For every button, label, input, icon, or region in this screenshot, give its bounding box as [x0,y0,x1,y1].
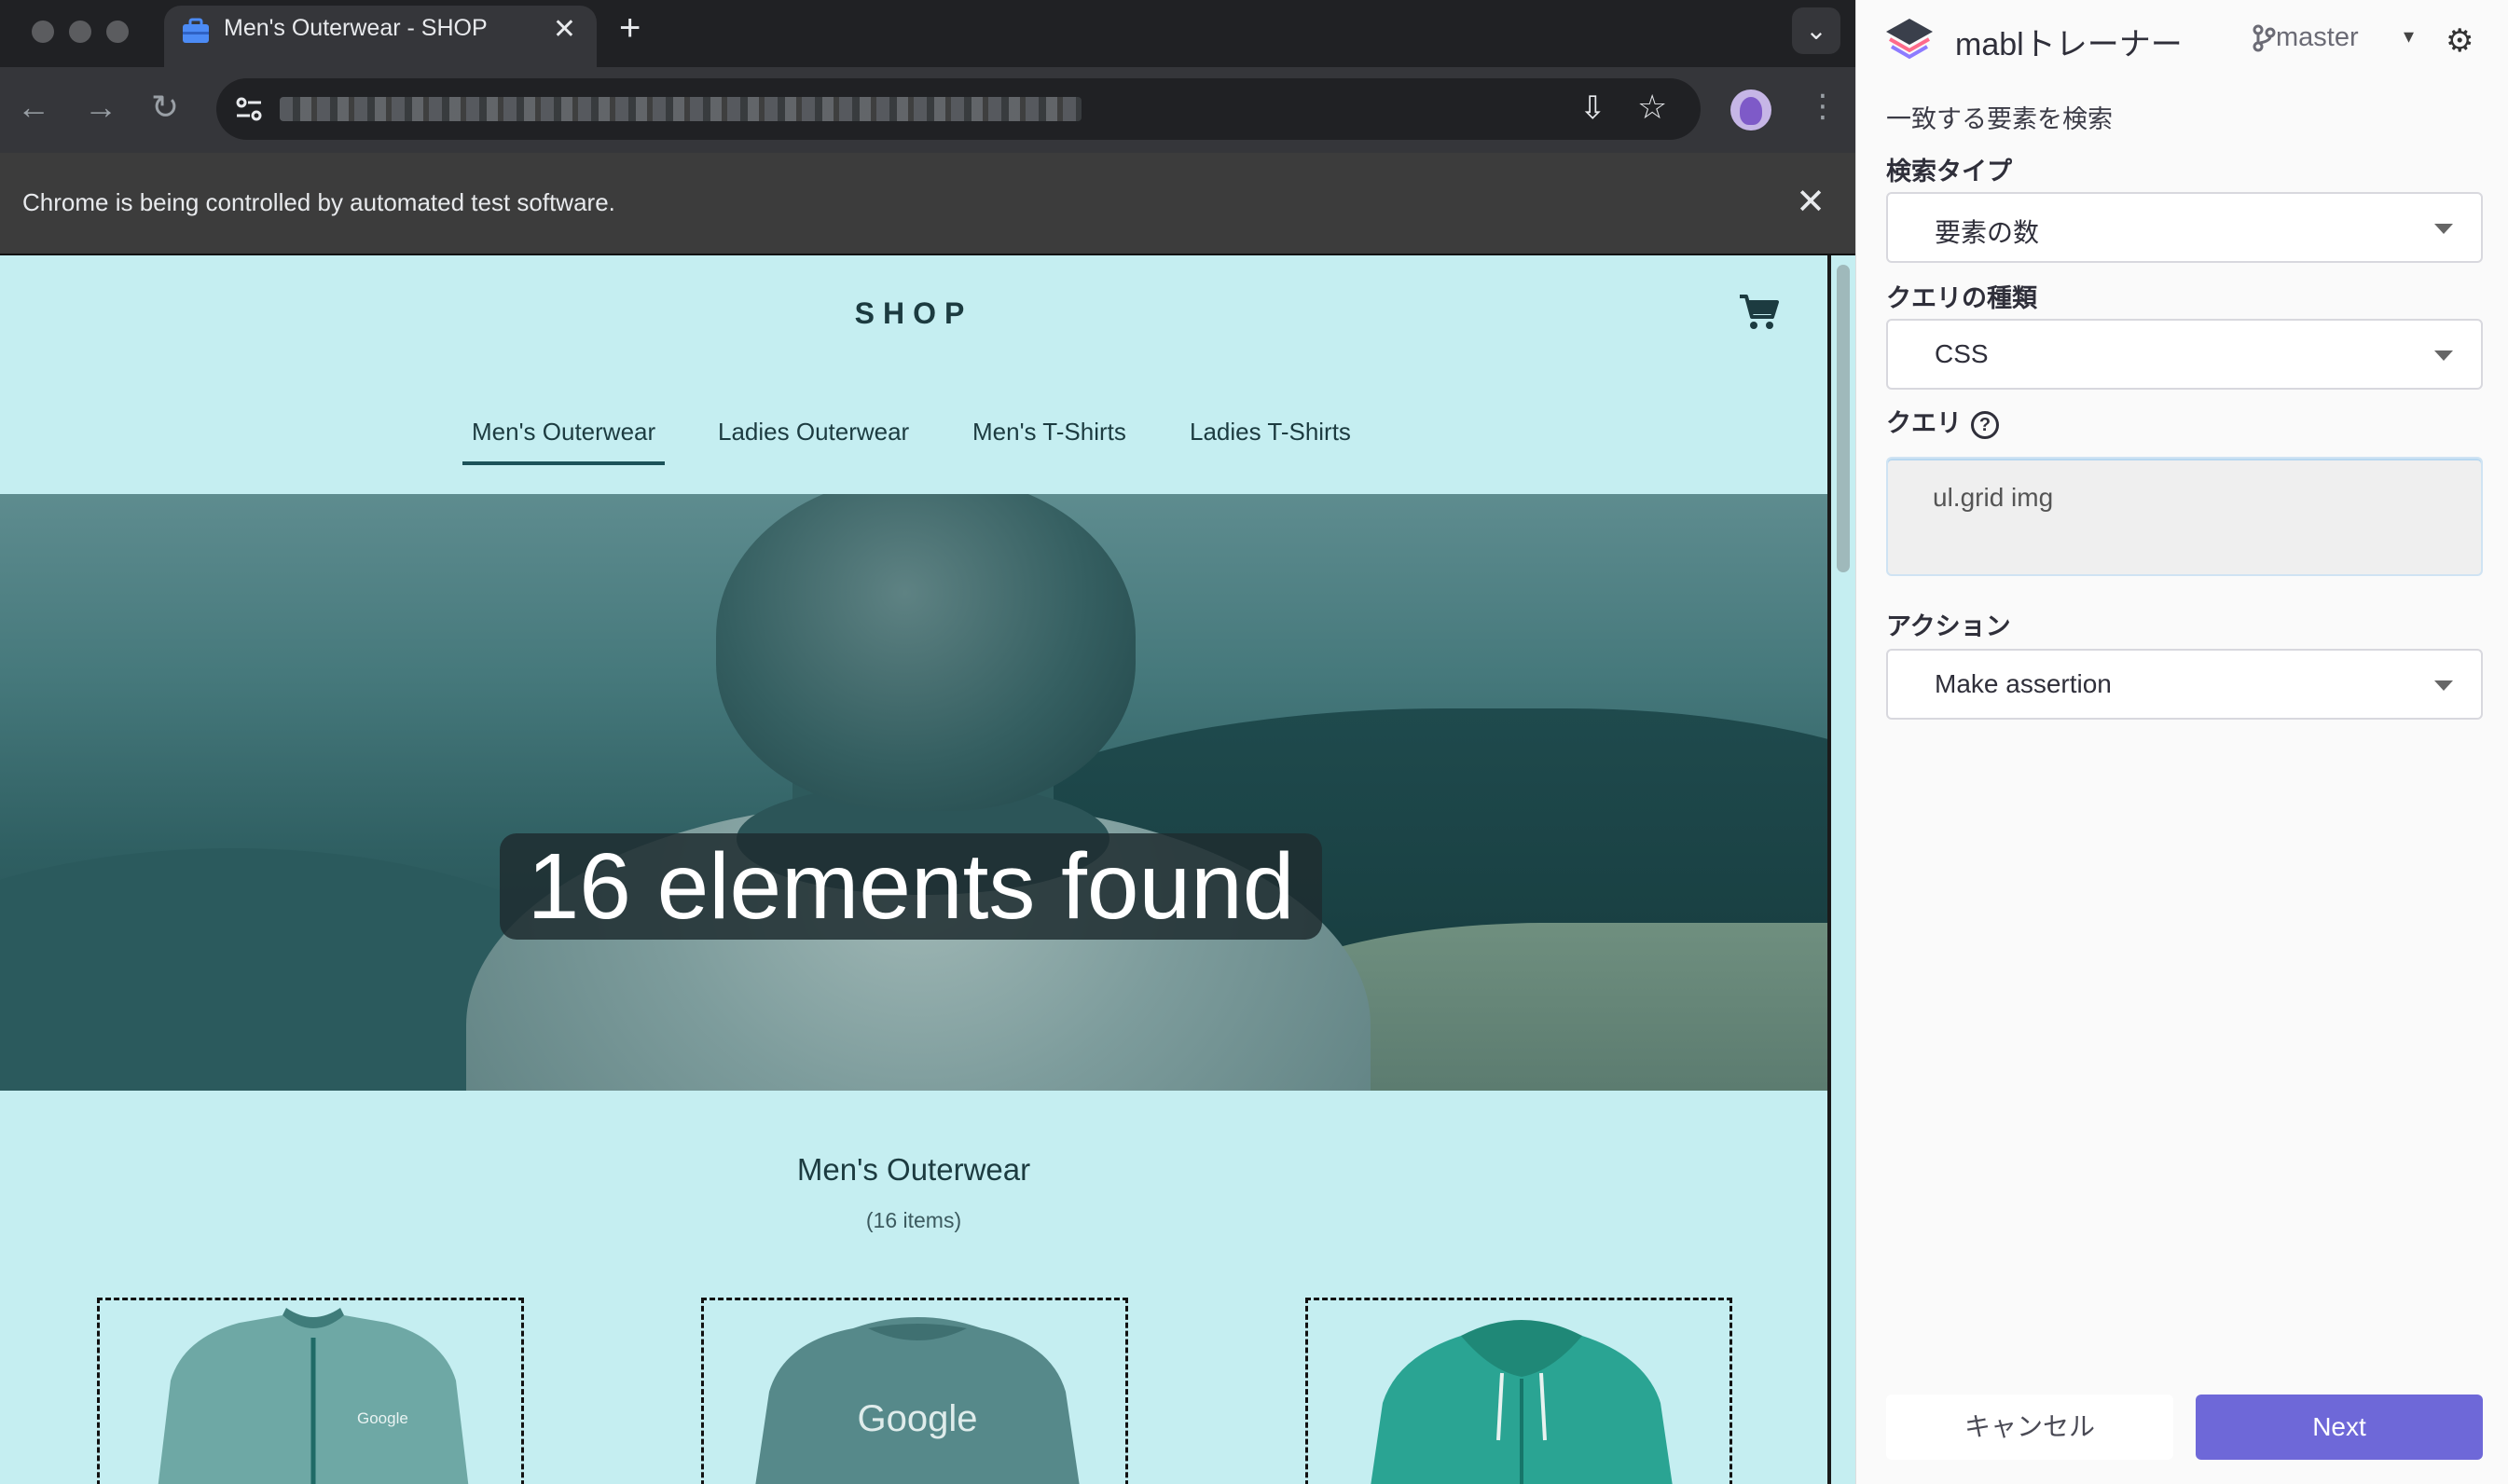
forward-icon[interactable]: → [84,88,117,127]
profile-avatar[interactable] [1730,89,1771,131]
cancel-button[interactable]: キャンセル [1886,1395,2173,1460]
window-zoom-dot[interactable] [106,21,129,43]
back-icon[interactable]: ← [17,88,50,127]
chevron-down-icon [2434,350,2453,361]
elements-found-overlay: 16 elements found [500,833,1322,940]
nav-item-ladies-outerwear[interactable]: Ladies Outerwear [718,418,909,447]
query-kind-label: クエリの種類 [1886,284,2037,312]
query-textarea[interactable]: ul.grid img [1886,457,2483,576]
tab-title: Men's Outerwear - SHOP [224,15,488,41]
query-kind-value: CSS [1935,339,1989,368]
infobar-close-icon[interactable]: ✕ [1796,181,1826,223]
query-label-row: クエリ? [1886,403,1999,439]
tab-search-button[interactable]: ⌄ [1792,7,1840,54]
action-select[interactable]: Make assertion [1886,649,2483,720]
window-minimize-dot[interactable] [69,21,91,43]
page-viewport: SHOP Men's Outerwear Ladies Outerwear Me… [0,255,1827,1484]
shopping-cart-icon[interactable] [1738,293,1781,332]
query-kind-select[interactable]: CSS [1886,319,2483,390]
window-close-dot[interactable] [32,21,54,43]
new-tab-button[interactable]: + [619,7,641,49]
automation-infobar: Chrome is being controlled by automated … [0,153,1855,255]
next-button[interactable]: Next [2196,1395,2483,1460]
shop-title[interactable]: SHOP [0,296,1827,331]
install-app-icon[interactable]: ⇩ [1579,89,1606,127]
browser-tab-active[interactable]: Men's Outerwear - SHOP ✕ [164,6,597,67]
product-brand-text: Google [357,1409,408,1427]
site-settings-icon[interactable] [233,93,265,125]
chevron-down-icon [2434,224,2453,234]
bookmark-star-icon[interactable]: ☆ [1637,88,1667,127]
browser-window: Men's Outerwear - SHOP ✕ + ⌄ ← → ↻ ⇩ ☆ ⋮… [0,0,1855,1484]
hero-image [0,494,1827,1091]
tab-bar: Men's Outerwear - SHOP ✕ + ⌄ [0,0,1855,67]
nav-item-mens-outerwear[interactable]: Men's Outerwear [462,418,666,465]
product-card[interactable] [1305,1298,1732,1484]
help-icon[interactable]: ? [1971,410,1999,439]
page-scrollbar[interactable] [1827,255,1855,1484]
browser-menu-icon[interactable]: ⋮ [1807,88,1839,125]
action-value: Make assertion [1935,669,2112,698]
nav-item-mens-tshirts[interactable]: Men's T-Shirts [972,418,1126,447]
trainer-brand-title: mablトレーナー [1955,27,2183,62]
nav-item-ladies-tshirts[interactable]: Ladies T-Shirts [1190,418,1351,447]
tab-close-icon[interactable]: ✕ [553,13,576,46]
product-card[interactable]: Google [701,1298,1128,1484]
product-image-sweatshirt: Google [755,1317,1080,1484]
product-image-jacket: Google [158,1308,469,1484]
branch-selector[interactable]: master [2276,22,2359,53]
search-type-value: 要素の数 [1935,218,2040,247]
query-label: クエリ [1886,409,1962,437]
url-text-blurred [280,97,1082,121]
product-card[interactable]: Google [97,1298,524,1484]
gear-icon[interactable]: ⚙ [2446,22,2474,60]
mabl-trainer-panel: mablトレーナー master ▾ ⚙ 一致する要素を検索 検索タイプ 要素の… [1855,0,2508,1484]
mabl-logo-icon [1886,19,1933,60]
search-type-label: 検索タイプ [1886,158,2012,186]
infobar-message: Chrome is being controlled by automated … [22,188,615,216]
chevron-down-icon [2434,680,2453,691]
section-title: Men's Outerwear [796,1152,1031,1187]
reload-icon[interactable]: ↻ [151,88,179,127]
category-nav: Men's Outerwear Ladies Outerwear Men's T… [0,418,1827,474]
query-value: ul.grid img [1933,483,2054,512]
shop-favicon-icon [183,18,209,43]
browser-toolbar: ← → ↻ ⇩ ☆ ⋮ [0,67,1855,153]
section-item-count: (16 items) [865,1208,962,1232]
product-brand-text: Google [858,1398,978,1439]
address-bar[interactable]: ⇩ ☆ [216,78,1701,140]
branch-icon[interactable] [2252,24,2276,52]
chevron-down-icon[interactable]: ▾ [2404,24,2414,48]
scrollbar-thumb[interactable] [1837,265,1850,572]
product-image-hoodie [1371,1320,1673,1484]
action-label: アクション [1886,612,2011,640]
panel-heading: 一致する要素を検索 [1886,105,2113,133]
search-type-select[interactable]: 要素の数 [1886,192,2483,263]
